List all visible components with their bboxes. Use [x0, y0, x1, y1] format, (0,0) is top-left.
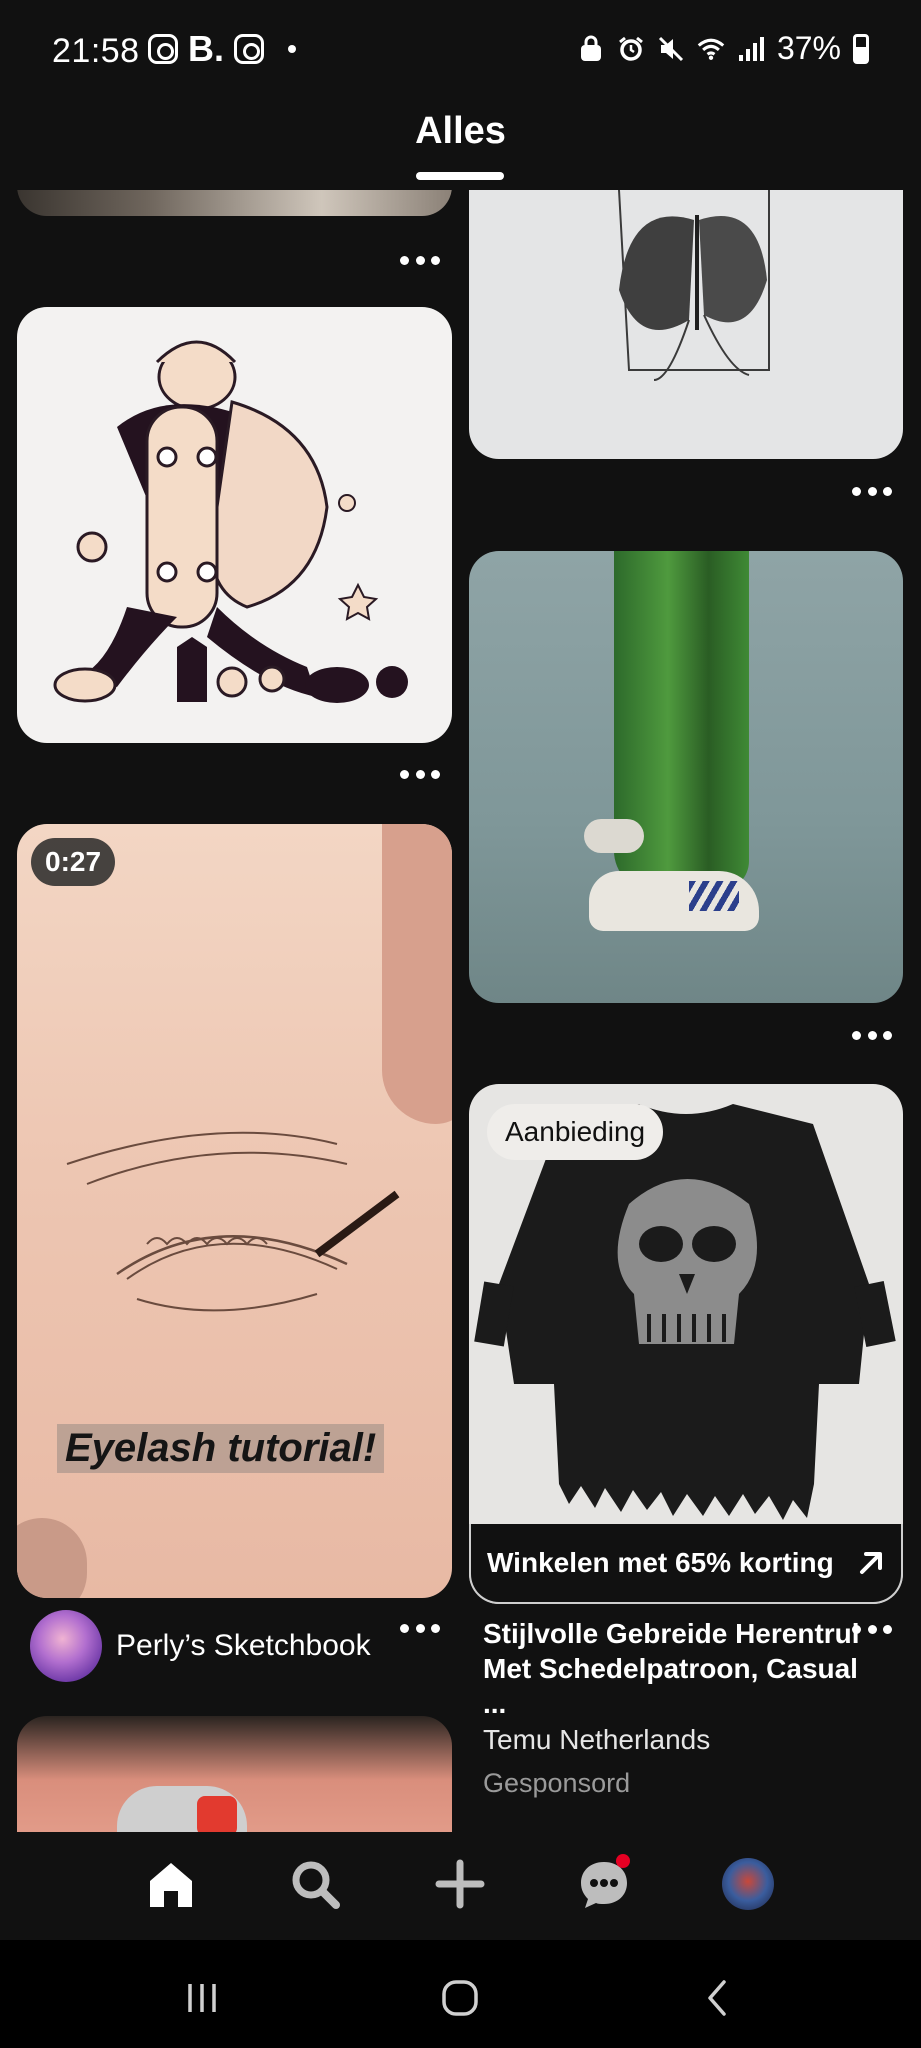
alarm-icon — [619, 36, 643, 61]
offer-badge: Aanbieding — [487, 1104, 664, 1160]
recent-apps-icon — [188, 1984, 216, 2012]
shop-discount-label: Winkelen met 65% korting — [487, 1547, 834, 1578]
more-options-icon[interactable] — [852, 1619, 892, 1639]
more-options-icon[interactable] — [400, 764, 440, 784]
more-options-icon[interactable] — [852, 481, 892, 501]
nav-profile[interactable] — [718, 1854, 778, 1914]
butterfly-illustration — [618, 190, 770, 381]
active-tab-indicator — [416, 172, 504, 180]
instagram-icon — [148, 34, 178, 64]
profile-avatar — [722, 1858, 774, 1910]
nav-messages[interactable] — [574, 1854, 634, 1914]
arrow-up-right-icon — [860, 1552, 882, 1574]
video-overlay-text: Eyelash tutorial! — [57, 1424, 385, 1473]
nav-home[interactable] — [141, 1854, 201, 1914]
pin-painting-green-trousers[interactable] — [469, 551, 903, 1003]
status-time: 21:58 — [52, 32, 140, 70]
back-icon — [708, 1980, 726, 2016]
home-button[interactable] — [430, 1968, 490, 2028]
pin-promoted-skull-sweater[interactable]: Aanbieding Winkelen met 65% korting — [469, 1084, 903, 1604]
sneaker-back-shape — [584, 819, 644, 853]
video-duration-badge: 0:27 — [31, 838, 116, 886]
pin-feed[interactable]: 0:27 Eyelash tutorial! Perly’s Sketchboo… — [0, 190, 921, 1832]
pin-illustration-skateboard[interactable] — [17, 307, 452, 743]
status-bar: 21:58 B. 37% — [0, 0, 921, 100]
pin-butterfly-print[interactable] — [469, 190, 903, 459]
more-options-icon[interactable] — [852, 1025, 892, 1045]
back-button[interactable] — [688, 1968, 748, 2028]
top-tabs: Alles — [0, 110, 921, 180]
red-lighter-shape — [197, 1796, 237, 1832]
pin-image-partial-bottom[interactable] — [17, 1716, 452, 1832]
lock-icon — [580, 35, 601, 61]
battery-percent: 37% — [776, 30, 841, 66]
more-options-icon[interactable] — [400, 250, 440, 270]
avatar[interactable] — [30, 1610, 102, 1682]
thumb-shape — [17, 1518, 87, 1598]
eyelash-sketch — [66, 1131, 400, 1312]
pin-image-partial-top[interactable] — [17, 190, 452, 216]
more-options-icon[interactable] — [400, 1618, 440, 1638]
bottom-navigation — [0, 1832, 921, 1940]
wifi-icon — [697, 38, 725, 60]
pin-video-eyelash[interactable]: 0:27 Eyelash tutorial! — [17, 824, 452, 1598]
home-icon — [150, 1863, 192, 1907]
home-circle-icon — [442, 1980, 478, 2016]
status-left-icons: B. — [148, 28, 296, 69]
system-navigation-bar — [0, 1940, 921, 2048]
skateboard-illustration — [53, 340, 408, 703]
signal-icon — [738, 36, 764, 61]
mute-icon — [658, 36, 684, 61]
booking-b-icon: B. — [188, 28, 224, 69]
creator-name[interactable]: Perly’s Sketchbook — [116, 1629, 371, 1663]
pin-creator[interactable]: Perly’s Sketchbook — [30, 1610, 371, 1682]
advertiser-name[interactable]: Temu Netherlands — [483, 1724, 710, 1756]
tab-alles[interactable]: Alles — [415, 110, 506, 153]
instagram-icon — [234, 34, 264, 64]
search-icon — [292, 1861, 340, 1909]
dot-icon — [288, 45, 296, 53]
shop-discount-button[interactable]: Winkelen met 65% korting — [469, 1524, 903, 1604]
create-icon — [435, 1859, 485, 1909]
status-right-icons: 37% — [577, 30, 869, 67]
recent-apps-button[interactable] — [172, 1968, 232, 2028]
sneaker-stripes — [689, 881, 739, 911]
promo-title[interactable]: Stijlvolle Gebreide Herentrui Met Schede… — [483, 1616, 863, 1721]
sponsored-label: Gesponsord — [483, 1768, 631, 1798]
nav-create[interactable] — [430, 1854, 490, 1914]
notification-dot — [616, 1854, 630, 1868]
nav-search[interactable] — [285, 1854, 345, 1914]
battery-icon — [853, 33, 869, 64]
